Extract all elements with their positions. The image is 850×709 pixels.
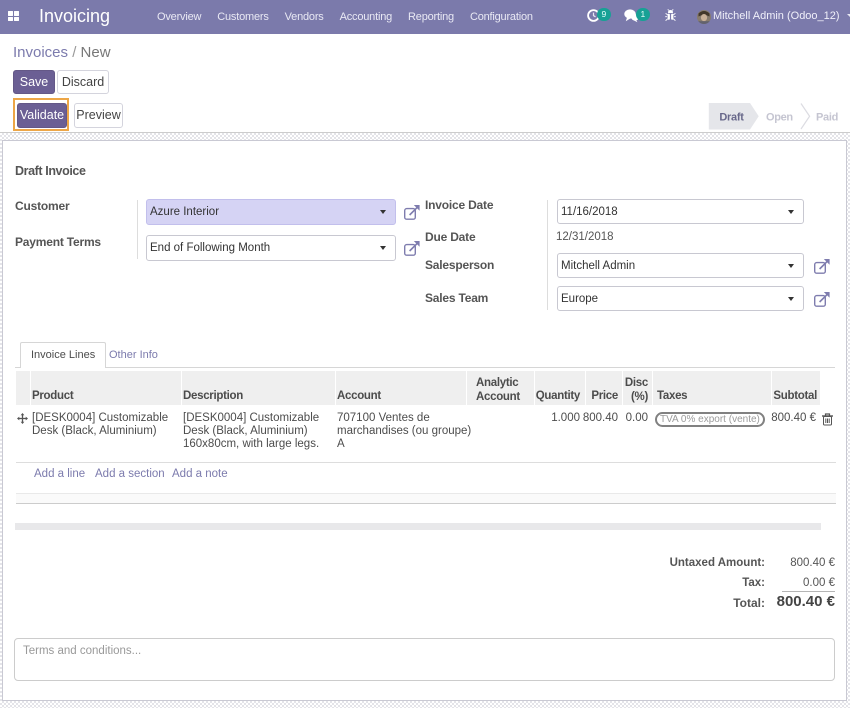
svg-text:Draft: Draft bbox=[719, 112, 744, 124]
svg-text:Open: Open bbox=[766, 112, 793, 124]
svg-text:Paid: Paid bbox=[816, 112, 838, 124]
